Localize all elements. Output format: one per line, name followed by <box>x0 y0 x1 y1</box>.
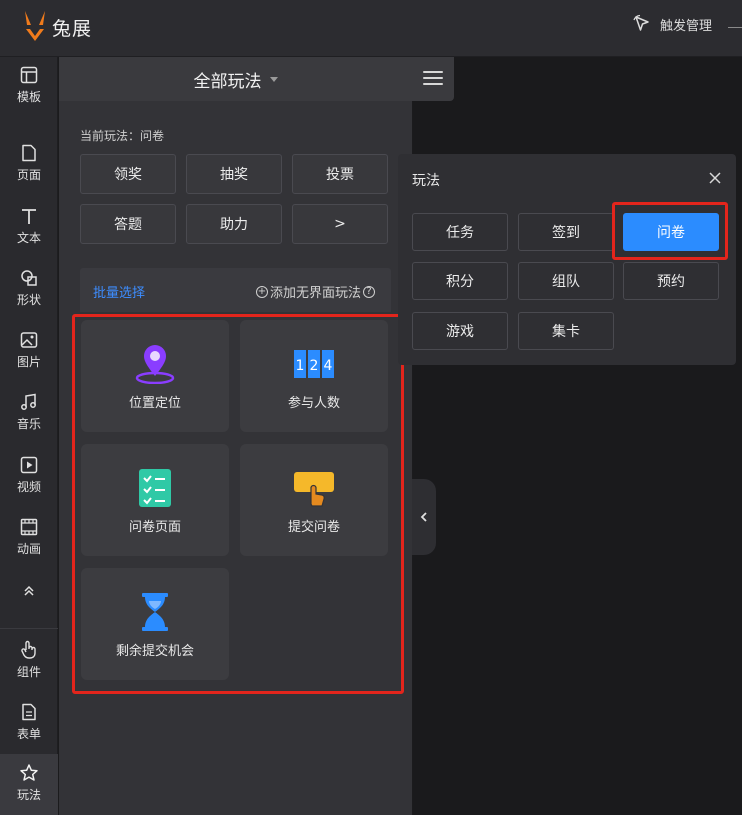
add-headless-play-label: 添加无界面玩法 <box>269 286 361 301</box>
animation-icon <box>19 517 39 537</box>
chevron-left-icon <box>420 512 427 522</box>
sidebar-collapse-button[interactable] <box>0 581 58 604</box>
play-button-points[interactable]: 积分 <box>412 262 508 300</box>
panel-collapse-handle[interactable] <box>412 479 436 555</box>
card-label: 剩余提交机会 <box>115 644 194 659</box>
music-icon <box>19 392 39 412</box>
type-button-vote[interactable]: 投票 <box>292 154 388 194</box>
sidebar-item-label: 表单 <box>16 727 41 741</box>
sidebar-item-label: 组件 <box>16 665 41 679</box>
shape-icon <box>19 268 39 288</box>
logo[interactable]: 兔展 <box>22 9 92 45</box>
play-button-game[interactable]: 游戏 <box>412 312 508 350</box>
card-submit-questionnaire[interactable]: 提交问卷 <box>240 444 388 556</box>
hourglass-icon <box>133 592 177 632</box>
type-button-lottery[interactable]: 抽奖 <box>186 154 282 194</box>
video-icon <box>19 455 39 475</box>
sidebar-item-label: 视频 <box>16 480 41 494</box>
double-chevron-up-icon <box>19 581 39 601</box>
sidebar-item-form[interactable]: 表单 <box>0 702 58 742</box>
menu-line <box>423 77 443 79</box>
form-icon <box>19 702 39 722</box>
sidebar-item-label: 形状 <box>16 293 41 307</box>
play-button-team[interactable]: 组队 <box>518 262 614 300</box>
trigger-manage-label: 触发管理 <box>660 18 713 34</box>
type-button-claim[interactable]: 领奖 <box>80 154 176 194</box>
sidebar-item-label: 文本 <box>16 231 41 245</box>
card-label: 位置定位 <box>128 396 181 411</box>
sidebar-item-play[interactable]: 玩法 <box>0 754 58 815</box>
component-icon <box>19 640 39 660</box>
image-icon <box>19 330 39 350</box>
menu-line <box>423 83 443 85</box>
location-pin-icon <box>133 344 177 384</box>
sidebar-item-text[interactable]: 文本 <box>0 206 58 246</box>
close-button[interactable] <box>708 170 722 184</box>
sidebar-item-label: 图片 <box>16 355 41 369</box>
type-button-more[interactable]: > <box>292 204 388 244</box>
play-star-icon <box>19 763 39 783</box>
type-button-quiz[interactable]: 答题 <box>80 204 176 244</box>
left-sidebar: 模板 页面 文本 形状 图片 音乐 视频 动画 组件 表单 玩法 <box>0 57 58 815</box>
card-label: 问卷页面 <box>128 520 181 535</box>
page-icon <box>19 143 39 163</box>
hamburger-menu-button[interactable] <box>423 71 443 87</box>
close-icon <box>709 172 721 184</box>
logo-text: 兔展 <box>52 17 93 40</box>
card-label: 参与人数 <box>287 396 340 411</box>
card-questionnaire-page[interactable]: 问卷页面 <box>81 444 229 556</box>
sidebar-item-image[interactable]: 图片 <box>0 330 58 370</box>
play-button-checkin[interactable]: 签到 <box>518 213 614 251</box>
sidebar-item-video[interactable]: 视频 <box>0 455 58 495</box>
trigger-manage-button[interactable]: 触发管理 <box>632 14 712 34</box>
sidebar-item-component[interactable]: 组件 <box>0 640 58 680</box>
popup-title: 玩法 <box>412 173 440 189</box>
help-icon[interactable]: ? <box>363 285 375 298</box>
text-icon <box>19 206 39 226</box>
sidebar-item-label: 页面 <box>16 168 41 182</box>
sidebar-item-shape[interactable]: 形状 <box>0 268 58 308</box>
caret-down-icon <box>269 76 278 82</box>
menu-line <box>423 71 443 73</box>
svg-text:1: 1 <box>296 358 305 374</box>
panel-header: 全部玩法 <box>59 57 454 101</box>
sidebar-item-template[interactable]: 模板 <box>0 65 58 105</box>
sidebar-item-label: 玩法 <box>16 788 41 802</box>
play-panel: 全部玩法 当前玩法：问卷 领奖 抽奖 投票 答题 助力 > 批量选择 + 添加无… <box>59 57 454 815</box>
template-icon <box>19 65 39 85</box>
play-button-task[interactable]: 任务 <box>412 213 508 251</box>
svg-text:2: 2 <box>310 358 319 374</box>
cursor-click-icon <box>633 14 649 31</box>
sidebar-item-label: 音乐 <box>16 417 41 431</box>
plus-circle-icon: + <box>255 285 268 298</box>
card-participant-count[interactable]: 1 2 4 参与人数 <box>240 320 388 432</box>
highlight-outline-active <box>612 202 728 260</box>
svg-text:4: 4 <box>324 358 333 374</box>
top-bar-divider <box>728 27 742 28</box>
top-bar: 兔展 触发管理 <box>0 0 742 57</box>
rabbit-logo-icon <box>25 11 45 41</box>
play-button-collect-cards[interactable]: 集卡 <box>518 312 614 350</box>
card-location[interactable]: 位置定位 <box>81 320 229 432</box>
tap-submit-icon <box>292 468 336 508</box>
sidebar-item-label: 模板 <box>16 90 41 104</box>
number-counter-icon: 1 2 4 <box>292 344 336 384</box>
current-play-label: 当前玩法：问卷 <box>80 129 165 143</box>
sidebar-item-page[interactable]: 页面 <box>0 143 58 183</box>
play-button-reserve[interactable]: 预约 <box>623 262 719 300</box>
panel-title-dropdown[interactable]: 全部玩法 <box>59 57 412 101</box>
card-remaining-attempts[interactable]: 剩余提交机会 <box>81 568 229 680</box>
sidebar-item-label: 动画 <box>16 542 41 556</box>
sidebar-item-animation[interactable]: 动画 <box>0 517 58 557</box>
card-label: 提交问卷 <box>287 520 340 535</box>
add-headless-play-button[interactable]: + 添加无界面玩法 ? <box>254 282 377 301</box>
checklist-icon <box>133 468 177 508</box>
sidebar-item-music[interactable]: 音乐 <box>0 392 58 432</box>
sidebar-divider <box>0 628 58 629</box>
type-button-assist[interactable]: 助力 <box>186 204 282 244</box>
batch-select-link[interactable]: 批量选择 <box>93 282 145 301</box>
batch-toolbar: 批量选择 + 添加无界面玩法 ? <box>80 268 391 312</box>
panel-title: 全部玩法 <box>193 71 262 92</box>
